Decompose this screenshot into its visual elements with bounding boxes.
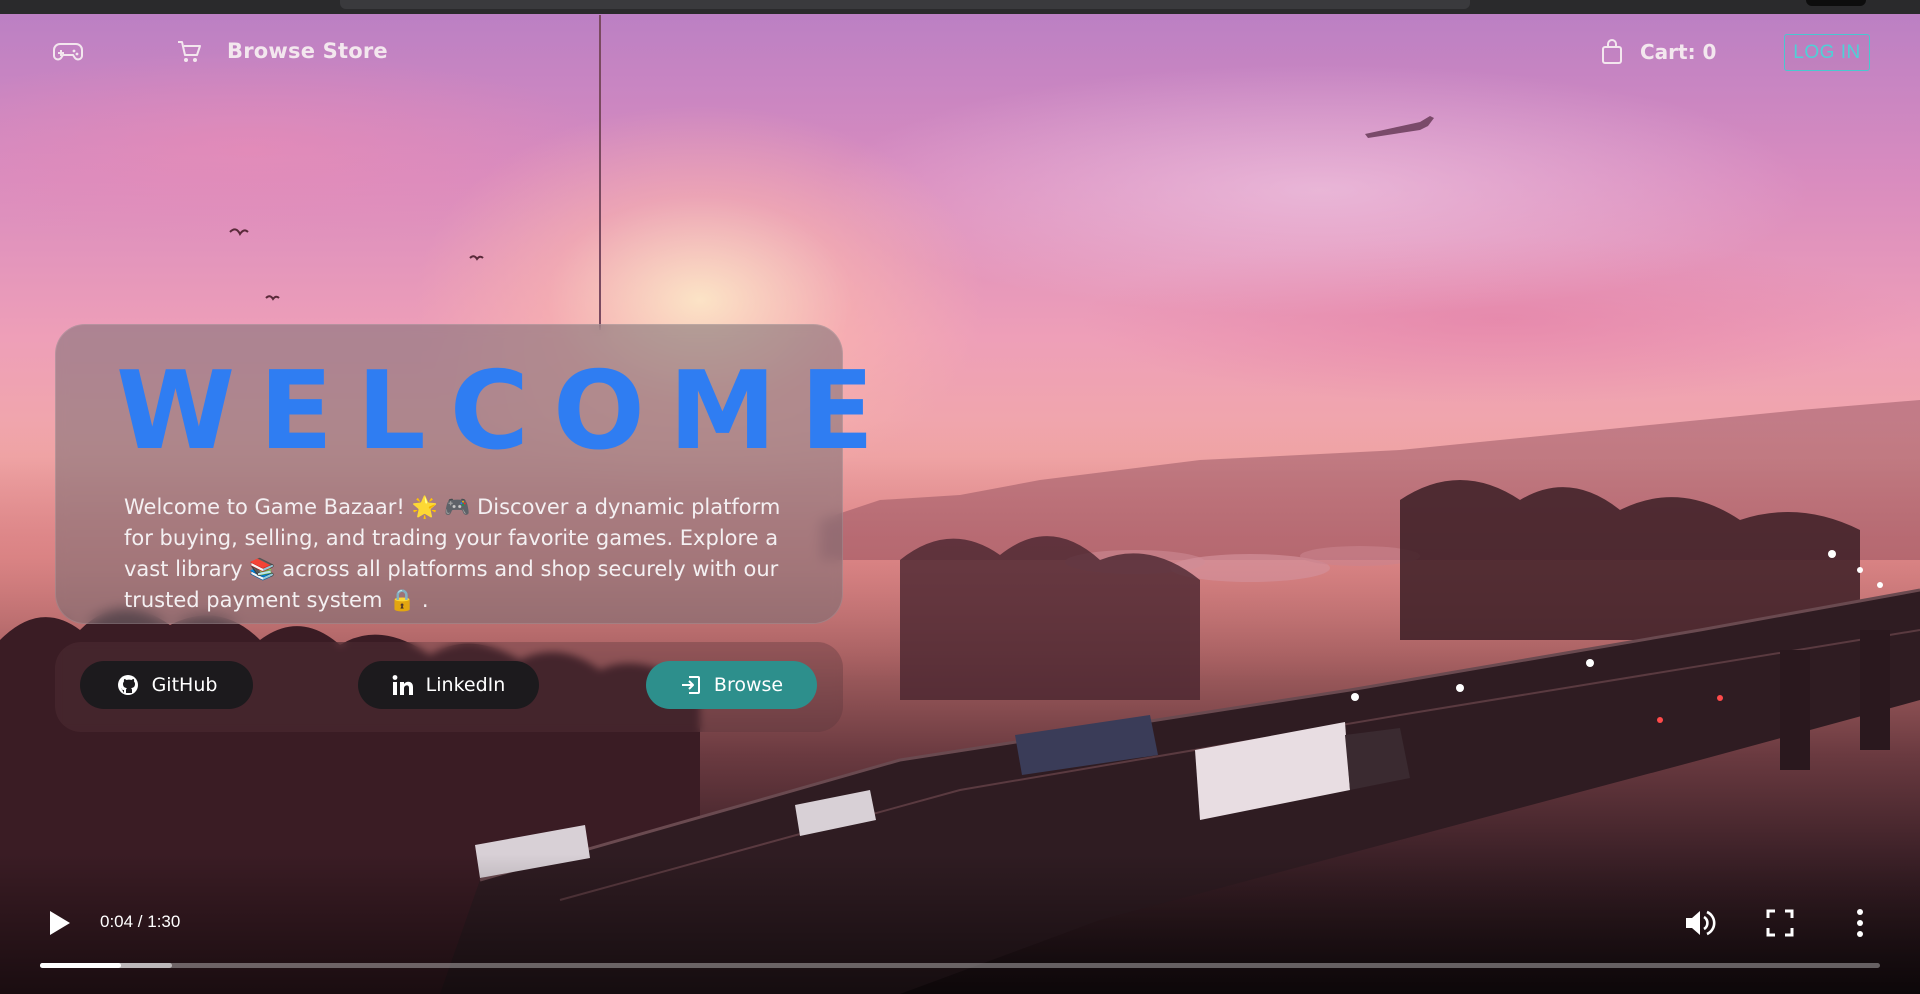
browse-store-link[interactable]: Browse Store	[227, 39, 388, 63]
browse-label: Browse	[713, 674, 784, 696]
login-button[interactable]: LOG IN	[1784, 34, 1870, 71]
github-button[interactable]: GitHub	[80, 661, 253, 709]
shopping-bag-icon[interactable]	[1600, 38, 1624, 66]
gamepad-icon[interactable]	[52, 40, 84, 64]
github-label: GitHub	[151, 674, 218, 696]
linkedin-label: LinkedIn	[425, 674, 506, 696]
volume-icon[interactable]	[1683, 906, 1717, 940]
cart-icon[interactable]	[176, 39, 202, 65]
fullscreen-icon[interactable]	[1765, 908, 1795, 938]
cart-count-link[interactable]: Cart: 0	[1640, 40, 1716, 64]
video-progress-track[interactable]	[40, 963, 1880, 968]
browser-tab-area	[340, 0, 1470, 9]
welcome-title: WELCOME	[116, 349, 899, 474]
more-vertical-icon[interactable]	[1845, 906, 1875, 940]
video-progress-fill	[40, 963, 121, 968]
browser-control-pill	[1806, 0, 1866, 6]
sign-in-icon	[681, 676, 700, 694]
video-time: 0:04 / 1:30	[100, 912, 181, 931]
welcome-description: Welcome to Game Bazaar! 🌟 🎮 Discover a d…	[124, 495, 781, 612]
linkedin-icon	[392, 675, 413, 695]
github-icon	[117, 675, 138, 695]
linkedin-button[interactable]: LinkedIn	[358, 661, 539, 709]
browse-button[interactable]: Browse	[646, 661, 817, 709]
play-icon[interactable]	[44, 908, 74, 938]
browser-top-strip	[0, 0, 1920, 14]
video-controls-shade	[0, 854, 1920, 994]
